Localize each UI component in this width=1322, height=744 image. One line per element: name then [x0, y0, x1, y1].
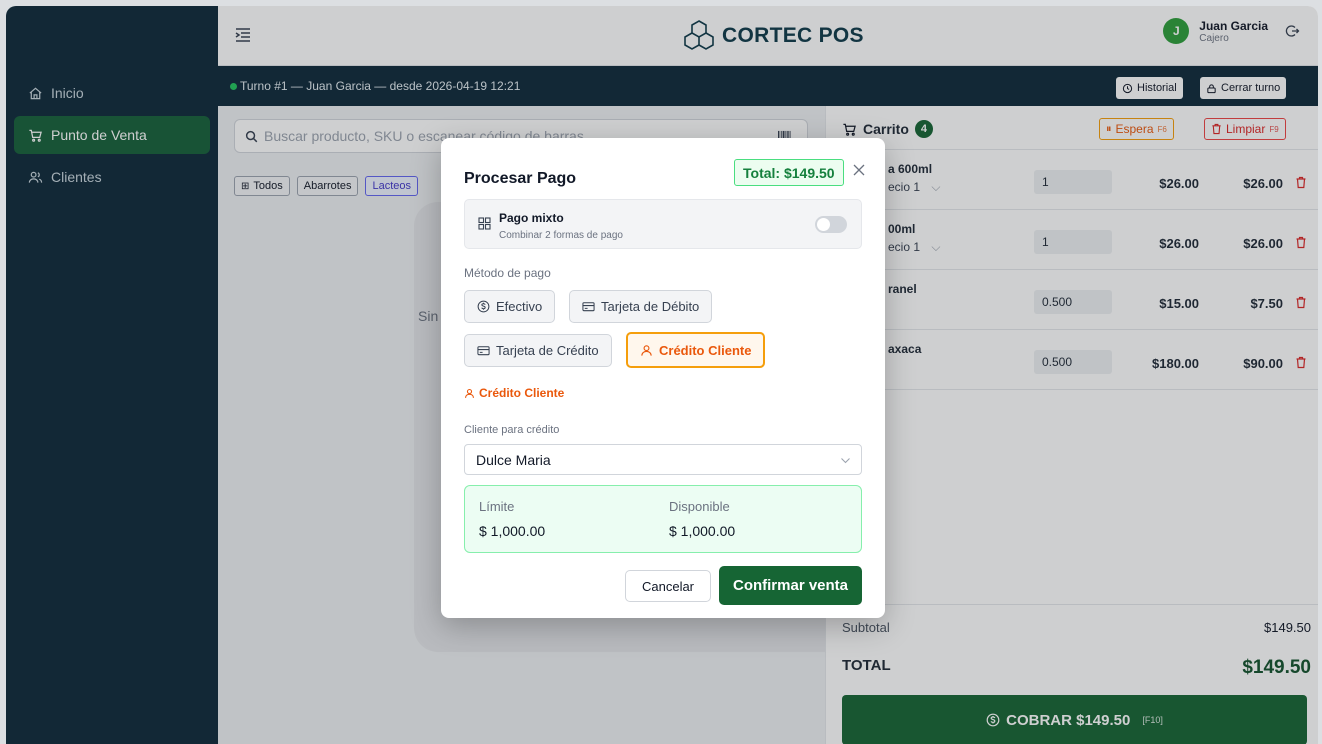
- user-icon: [465, 388, 474, 398]
- confirm-sale-button[interactable]: Confirmar venta: [719, 566, 862, 605]
- cancel-button[interactable]: Cancelar: [625, 570, 711, 602]
- dialog-title: Procesar Pago: [464, 170, 577, 187]
- payment-dialog: Procesar Pago Total: $149.50 Pago mixto …: [441, 138, 885, 618]
- chevron-down-icon: [841, 458, 850, 464]
- method-label: Efectivo: [496, 299, 543, 314]
- close-icon[interactable]: [851, 162, 867, 178]
- limit-value: $ 1,000.00: [479, 523, 546, 539]
- client-select-label: Cliente para crédito: [464, 424, 560, 436]
- client-select-value: Dulce Maria: [476, 451, 551, 468]
- method-client-credit-button[interactable]: Crédito Cliente: [626, 332, 766, 368]
- grid-icon: [478, 217, 491, 230]
- payment-method-label: Método de pago: [464, 266, 551, 280]
- limit-label: Límite: [479, 499, 515, 514]
- available-value: $ 1,000.00: [669, 523, 736, 539]
- credit-card-icon: [582, 302, 595, 312]
- mixed-payment-option: Pago mixto Combinar 2 formas de pago: [464, 199, 862, 249]
- client-credit-section-title: Crédito Cliente: [464, 386, 564, 400]
- app-window: Inicio Punto de Venta Clientes CORTEC PO…: [6, 6, 1318, 744]
- mixed-payment-toggle[interactable]: [815, 216, 847, 233]
- method-efectivo-button[interactable]: Efectivo: [464, 290, 556, 323]
- available-label: Disponible: [669, 499, 730, 514]
- client-select[interactable]: Dulce Maria: [464, 444, 862, 475]
- dollar-circle-icon: [477, 300, 490, 313]
- method-credit-card-button[interactable]: Tarjeta de Crédito: [464, 334, 612, 367]
- method-debit-card-button[interactable]: Tarjeta de Débito: [569, 290, 713, 323]
- method-label: Tarjeta de Crédito: [496, 343, 599, 358]
- credit-limits-card: Límite $ 1,000.00 Disponible $ 1,000.00: [464, 485, 862, 553]
- mixed-payment-title: Pago mixto: [499, 211, 564, 225]
- method-label: Crédito Cliente: [659, 342, 752, 358]
- mixed-payment-subtitle: Combinar 2 formas de pago: [499, 230, 623, 241]
- user-icon: [641, 344, 652, 356]
- credit-card-icon: [477, 346, 490, 356]
- method-label: Tarjeta de Débito: [601, 299, 700, 314]
- total-badge: Total: $149.50: [734, 159, 844, 186]
